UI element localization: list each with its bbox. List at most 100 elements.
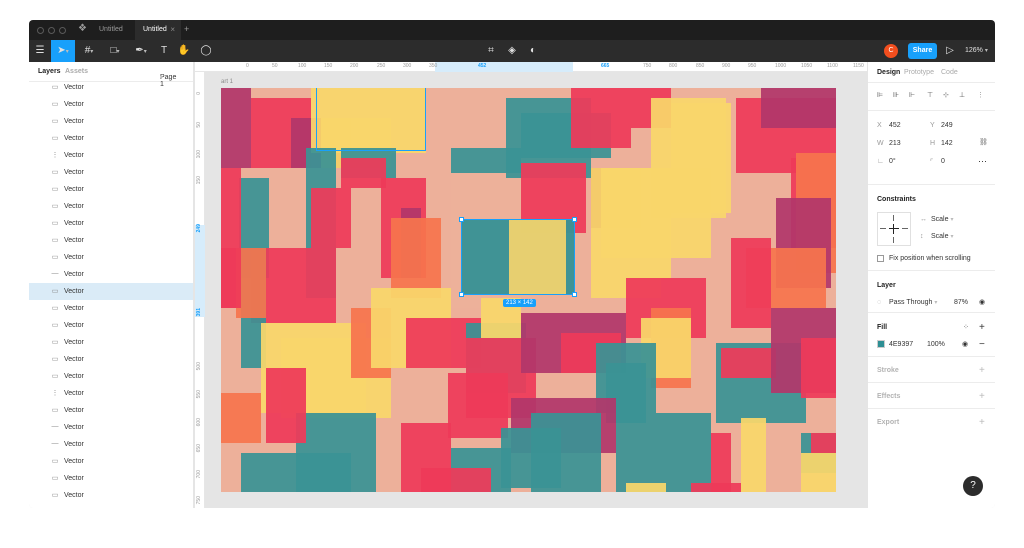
layer-row[interactable]: ▭Vector [29, 113, 193, 130]
vector-shape[interactable] [811, 433, 836, 453]
vector-shape[interactable] [801, 338, 836, 398]
layer-row[interactable]: — Vector [29, 419, 193, 436]
fill-hex-field[interactable]: 4E9397 [889, 341, 913, 348]
layer-row[interactable]: ▭Vector [29, 164, 193, 181]
help-button[interactable]: ? [963, 476, 983, 496]
blend-mode-select[interactable]: Pass Through ▾ [889, 299, 937, 306]
layer-row[interactable]: ▭Vector [29, 283, 193, 300]
height-field[interactable]: 142 [941, 140, 953, 147]
window-zoom-dot[interactable] [59, 27, 66, 34]
vector-shape[interactable] [731, 238, 771, 328]
frame-tool-button[interactable]: #▾ [77, 40, 101, 62]
align-top-icon[interactable]: ⊤ [927, 91, 933, 99]
shape-tool-button[interactable]: □▾ [103, 40, 127, 62]
tab-prototype[interactable]: Prototype [904, 69, 934, 76]
vector-shape[interactable] [391, 218, 441, 298]
vector-shape[interactable] [221, 393, 261, 443]
layer-row[interactable]: ▭Vector [29, 453, 193, 470]
style-grid-icon[interactable]: ⁘ [963, 323, 969, 331]
layer-row[interactable]: ▭Vector [29, 96, 193, 113]
layer-row[interactable]: ▭Vector [29, 368, 193, 385]
add-export-icon[interactable]: + [979, 417, 985, 428]
avatar[interactable]: C [884, 44, 898, 58]
tab-assets[interactable]: Assets [65, 68, 88, 75]
vector-shape[interactable] [616, 413, 711, 492]
layer-row[interactable]: ▭Vector [29, 487, 193, 504]
vertical-constraint-select[interactable]: Scale ▾ [931, 233, 953, 240]
align-middle-v-icon[interactable]: ⊹ [943, 91, 949, 99]
layer-row[interactable]: ▭Vector [29, 249, 193, 266]
align-left-icon[interactable]: ⊫ [877, 91, 883, 99]
layer-row[interactable]: ▭Vector [29, 317, 193, 334]
move-tool-button[interactable]: ➤▾ [51, 40, 75, 62]
frame-label[interactable]: art 1 [221, 79, 233, 85]
canvas[interactable]: art 1 213 × 142 [206, 73, 867, 508]
layer-row[interactable]: ▭Vector [29, 215, 193, 232]
vector-shape[interactable] [626, 483, 666, 492]
vector-shape[interactable] [691, 483, 741, 492]
contrast-icon[interactable]: ◐ [522, 40, 544, 62]
more-options-icon[interactable]: ⋯ [978, 156, 987, 167]
vector-shape[interactable] [421, 468, 491, 492]
layer-row[interactable]: — Vector [29, 436, 193, 453]
tab-untitled-2[interactable]: Untitled × [135, 20, 181, 40]
tab-design[interactable]: Design [877, 69, 900, 76]
main-menu-icon[interactable]: ☰ [29, 40, 51, 62]
hand-tool-icon[interactable]: ✋ [173, 40, 195, 62]
close-tab-icon[interactable]: × [170, 20, 175, 40]
layer-row[interactable]: ▭Vector [29, 198, 193, 215]
constraints-widget[interactable] [877, 212, 911, 246]
eye-icon[interactable]: ◉ [979, 298, 985, 306]
window-minimize-dot[interactable] [48, 27, 55, 34]
width-field[interactable]: 213 [889, 140, 901, 147]
vector-shape[interactable] [221, 248, 241, 308]
vector-shape[interactable] [341, 158, 386, 188]
align-bottom-icon[interactable]: ⊥ [959, 91, 965, 99]
add-stroke-icon[interactable]: + [979, 365, 985, 376]
resize-handle[interactable] [572, 217, 577, 222]
layer-row[interactable]: ▭Vector [29, 79, 193, 96]
corner-radius-field[interactable]: 0 [941, 158, 945, 165]
rotation-field[interactable]: 0° [889, 158, 896, 165]
constrain-proportions-icon[interactable]: ⛓ [979, 138, 988, 146]
layer-row[interactable]: ▭Vector [29, 300, 193, 317]
text-tool-button[interactable]: T [153, 40, 175, 62]
distribute-icon[interactable]: ⋮ [977, 91, 984, 99]
window-close-dot[interactable] [37, 27, 44, 34]
pen-tool-button[interactable]: ✒▾ [129, 40, 153, 62]
component-icon[interactable]: ◈ [501, 40, 523, 62]
vector-shape[interactable] [671, 103, 731, 213]
vector-shape[interactable] [801, 453, 836, 492]
vector-shape[interactable] [221, 88, 251, 168]
layer-row[interactable]: ▭Vector [29, 402, 193, 419]
share-button[interactable]: Share [908, 43, 937, 59]
y-field[interactable]: 249 [941, 122, 953, 129]
layer-row[interactable]: ⋮ Vector [29, 147, 193, 164]
crop-icon[interactable]: ⌗ [480, 40, 502, 62]
tab-layers[interactable]: Layers [38, 68, 61, 75]
fill-opacity-field[interactable]: 100% [927, 341, 945, 348]
fix-position-checkbox[interactable] [877, 255, 884, 262]
layer-row[interactable]: ▭Vector [29, 130, 193, 147]
artboard-frame[interactable]: 213 × 142 [221, 88, 836, 492]
vector-shape[interactable] [448, 373, 508, 438]
align-center-h-icon[interactable]: ⊪ [893, 91, 899, 99]
layer-row[interactable]: ▭Vector [29, 334, 193, 351]
align-right-icon[interactable]: ⊩ [909, 91, 915, 99]
layer-row[interactable]: ▭Vector [29, 470, 193, 487]
add-fill-icon[interactable]: + [979, 322, 985, 333]
vector-shape[interactable] [311, 188, 351, 248]
horizontal-constraint-select[interactable]: Scale ▾ [931, 216, 953, 223]
figma-logo-icon[interactable]: ❖ [78, 23, 87, 34]
layer-row[interactable]: ▭Vector [29, 504, 193, 508]
comment-tool-icon[interactable]: ◯ [195, 40, 217, 62]
selection-box[interactable] [459, 217, 577, 297]
remove-fill-icon[interactable]: − [979, 339, 985, 350]
vector-shape[interactable] [266, 368, 306, 443]
layer-row[interactable]: — Vector [29, 266, 193, 283]
x-field[interactable]: 452 [889, 122, 901, 129]
resize-handle[interactable] [572, 292, 577, 297]
layer-opacity-field[interactable]: 87% [954, 299, 968, 306]
add-effect-icon[interactable]: + [979, 391, 985, 402]
eye-icon[interactable]: ◉ [962, 340, 968, 348]
